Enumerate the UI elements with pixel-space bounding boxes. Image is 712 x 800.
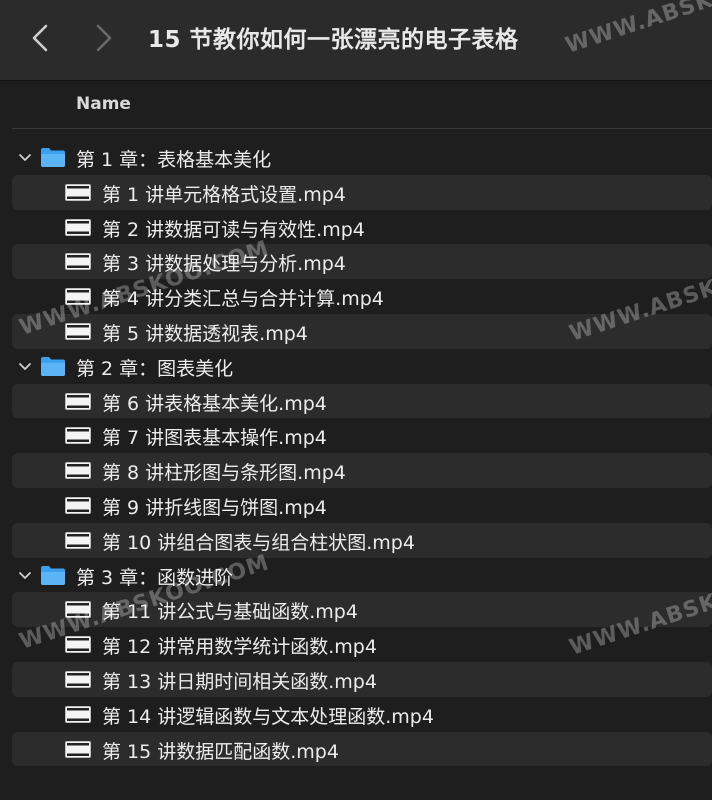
file-name: 第 1 讲单元格格式设置.mp4 (102, 183, 346, 206)
video-file-icon (65, 392, 91, 410)
file-name: 第 12 讲常用数学统计函数.mp4 (102, 636, 377, 659)
folder-row[interactable]: 第 2 章：图表美化 (12, 349, 712, 384)
file-row[interactable]: 第 6 讲表格基本美化.mp4 (12, 383, 712, 419)
folder-name: 第 1 章：表格基本美化 (76, 149, 272, 171)
chevron-right-icon (96, 24, 112, 52)
video-file-icon (65, 288, 91, 306)
folder-row[interactable]: 第 3 章：函数进阶 (12, 558, 712, 593)
video-file-icon (65, 427, 91, 445)
file-row[interactable]: 第 12 讲常用数学统计函数.mp4 (12, 627, 712, 662)
file-name: 第 10 讲组合图表与组合柱状图.mp4 (102, 531, 415, 554)
file-row[interactable]: 第 3 讲数据处理与分析.mp4 (12, 244, 712, 280)
file-name: 第 3 讲数据处理与分析.mp4 (102, 253, 346, 276)
file-row[interactable]: 第 4 讲分类汇总与合并计算.mp4 (12, 279, 712, 314)
folder-name: 第 2 章：图表美化 (76, 357, 234, 380)
file-row[interactable]: 第 9 讲折线图与饼图.mp4 (12, 488, 712, 523)
file-row[interactable]: 第 14 讲逻辑函数与文本处理函数.mp4 (12, 697, 712, 732)
column-header: Name (0, 81, 712, 129)
file-row[interactable]: 第 11 讲公式与基础函数.mp4 (12, 592, 712, 628)
name-column-header[interactable]: Name (76, 94, 131, 114)
video-file-icon (65, 183, 91, 201)
video-file-icon (65, 496, 91, 514)
file-row[interactable]: 第 10 讲组合图表与组合柱状图.mp4 (12, 522, 712, 558)
file-row[interactable]: 第 15 讲数据匹配函数.mp4 (12, 731, 712, 767)
file-name: 第 13 讲日期时间相关函数.mp4 (102, 670, 377, 693)
file-name: 第 6 讲表格基本美化.mp4 (102, 392, 327, 415)
folder-icon (41, 148, 65, 167)
file-name: 第 9 讲折线图与饼图.mp4 (102, 496, 327, 519)
file-name: 第 5 讲数据透视表.mp4 (102, 322, 308, 345)
folder-name: 第 3 章：函数进阶 (76, 566, 234, 589)
video-file-icon (65, 462, 91, 480)
folder-icon (41, 565, 65, 585)
file-name: 第 7 讲图表基本操作.mp4 (102, 427, 327, 450)
file-list: 第 1 章：表格基本美化第 1 讲单元格格式设置.mp4 第 2 讲数据可读与有效… (0, 140, 712, 767)
file-row[interactable]: 第 7 讲图表基本操作.mp4 (12, 418, 712, 453)
video-file-icon (65, 218, 91, 236)
header-divider (12, 128, 712, 129)
file-row[interactable]: 第 13 讲日期时间相关函数.mp4 (12, 661, 712, 697)
file-row[interactable]: 第 5 讲数据透视表.mp4 (12, 313, 712, 349)
file-name: 第 8 讲柱形图与条形图.mp4 (102, 462, 346, 485)
forward-button[interactable] (86, 18, 122, 58)
video-file-icon (65, 322, 91, 340)
file-name: 第 4 讲分类汇总与合并计算.mp4 (102, 288, 384, 311)
file-row[interactable]: 第 2 讲数据可读与有效性.mp4 (12, 210, 712, 245)
window-title: 15 节教你如何一张漂亮的电子表格 (148, 27, 519, 53)
video-file-icon (65, 670, 91, 688)
video-file-icon (65, 531, 91, 549)
chevron-down-icon[interactable] (16, 358, 34, 376)
file-name: 第 11 讲公式与基础函数.mp4 (102, 601, 358, 624)
file-name: 第 14 讲逻辑函数与文本处理函数.mp4 (102, 705, 434, 728)
folder-row[interactable]: 第 1 章：表格基本美化 (12, 140, 712, 175)
window-titlebar: 15 节教你如何一张漂亮的电子表格 (0, 0, 712, 80)
chevron-left-icon (32, 24, 48, 52)
video-file-icon (65, 740, 91, 758)
file-row[interactable]: 第 1 讲单元格格式设置.mp4 (12, 174, 712, 210)
back-button[interactable] (24, 18, 60, 58)
video-file-icon (65, 601, 91, 619)
video-file-icon (65, 636, 91, 654)
video-file-icon (65, 253, 91, 271)
file-name: 第 15 讲数据匹配函数.mp4 (102, 740, 339, 763)
chevron-down-icon[interactable] (16, 567, 34, 585)
folder-icon (41, 356, 65, 376)
file-name: 第 2 讲数据可读与有效性.mp4 (102, 218, 365, 241)
file-row[interactable]: 第 8 讲柱形图与条形图.mp4 (12, 453, 712, 488)
chevron-down-icon[interactable] (16, 149, 34, 167)
video-file-icon (65, 705, 91, 723)
